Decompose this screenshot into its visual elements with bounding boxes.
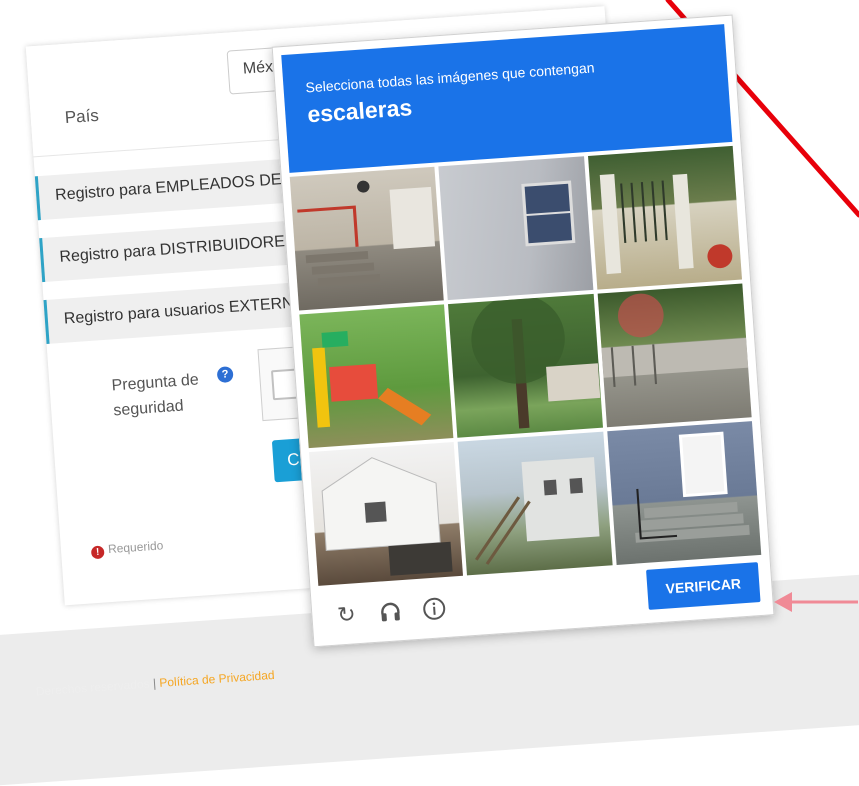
pink-annotation-arrow: [774, 592, 858, 612]
captcha-tile-2[interactable]: [438, 156, 594, 301]
headphones-icon[interactable]: [378, 599, 404, 625]
captcha-tile-4[interactable]: [299, 304, 454, 449]
required-icon: !: [90, 545, 105, 560]
captcha-image-grid: [289, 145, 762, 586]
privacy-link[interactable]: Política de Privacidad: [159, 668, 275, 690]
footer-links: Derechos reservados | Política de Privac…: [35, 668, 275, 699]
country-label: País: [64, 105, 100, 128]
captcha-tile-3[interactable]: [587, 145, 742, 290]
footer-separator: |: [152, 676, 157, 691]
info-icon[interactable]: [421, 596, 447, 622]
footer-rights: Derechos reservados: [35, 676, 151, 699]
help-icon[interactable]: ?: [216, 366, 234, 384]
captcha-tile-7[interactable]: [309, 442, 464, 586]
captcha-tile-9[interactable]: [606, 421, 762, 565]
captcha-tile-8[interactable]: [457, 431, 613, 576]
captcha-popup: Selecciona todas las imágenes que conten…: [271, 14, 775, 648]
required-note: ! Requerido: [90, 538, 164, 560]
captcha-tile-5[interactable]: [448, 293, 603, 438]
required-label: Requerido: [107, 538, 164, 557]
reload-icon[interactable]: ↻: [334, 601, 360, 628]
security-question-label: Pregunta de seguridad: [111, 371, 200, 420]
captcha-tile-1[interactable]: [289, 166, 445, 311]
verify-button[interactable]: VERIFICAR: [646, 562, 761, 610]
captcha-tile-6[interactable]: [597, 283, 752, 428]
